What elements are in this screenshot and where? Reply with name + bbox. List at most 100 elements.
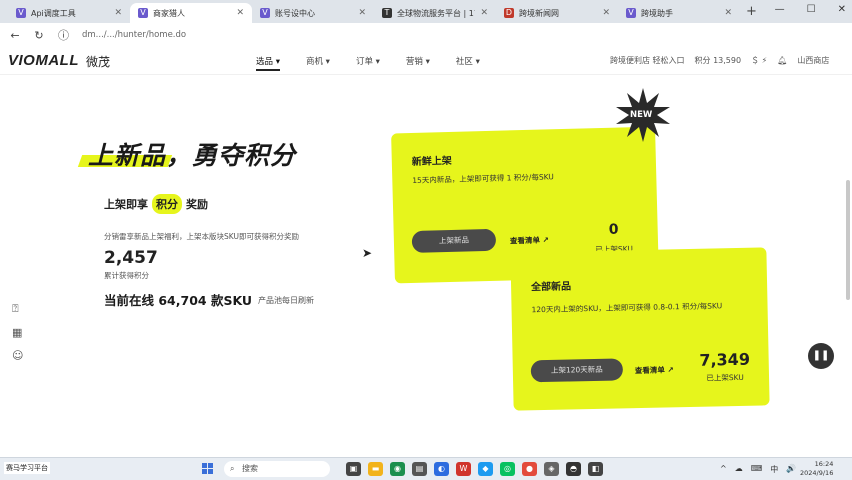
- hero-description: 分销雷享新品上架福利，上架本版块SKU即可获得积分奖励: [104, 232, 299, 241]
- main-nav: 选品 ▾ 商机 ▾ 订单 ▾ 营销 ▾ 社区 ▾: [256, 55, 480, 71]
- online-sku-count: 当前在线 64,704 款SKU: [104, 293, 253, 308]
- tab-title: 跨境新闻网: [519, 8, 559, 18]
- back-arrow-icon[interactable]: ←: [10, 29, 20, 42]
- mouse-cursor-icon: ➤: [362, 246, 373, 260]
- page-headline: 上新品，勇夺积分: [88, 141, 297, 170]
- close-icon[interactable]: ✕: [480, 8, 488, 18]
- taskbar-left-label[interactable]: 赛马学习平台: [4, 462, 50, 474]
- nav-item-community[interactable]: 社区 ▾: [456, 55, 480, 71]
- tab-title: 账号设中心: [275, 8, 315, 18]
- online-sku-note: 产品池每日刷新: [258, 296, 314, 305]
- shortcut-link[interactable]: 跨境便利店 轻松入口: [610, 55, 685, 66]
- volume-icon[interactable]: 🔊: [786, 464, 796, 475]
- points-icon: ＄ ⚡: [751, 56, 768, 65]
- new-tab-button[interactable]: +: [746, 4, 757, 19]
- list-new-button[interactable]: 上架新品: [411, 228, 497, 253]
- listed-sku-count: 7,349: [699, 349, 751, 370]
- nav-item-selection[interactable]: 选品 ▾: [256, 55, 280, 71]
- bell-icon[interactable]: 🔔︎: [777, 56, 787, 65]
- chrome-icon[interactable]: ◉: [390, 462, 405, 476]
- taskbar-clock[interactable]: 16:24 2024/9/16: [800, 460, 833, 478]
- card-description: 15天内新品，上架即可获得 1 积分/每SKU: [412, 172, 554, 185]
- left-floating-tools: ⍰ ▦ ☺: [12, 302, 23, 362]
- tab-favicon-icon: T: [382, 8, 392, 18]
- file-explorer-icon[interactable]: ▬: [368, 462, 383, 476]
- os-taskbar: 赛马学习平台 ⌕ 搜索 ▣ ▬ ◉ ▤ ◐ W ◆ ◎ ● ◈ ◓ ◧ ^ ☁ …: [0, 457, 852, 480]
- nav-item-marketing[interactable]: 营销 ▾: [406, 55, 430, 71]
- taskbar-apps: ▣ ▬ ◉ ▤ ◐ W ◆ ◎ ● ◈ ◓ ◧: [346, 462, 603, 476]
- chat-float-button[interactable]: ❚❚: [808, 343, 834, 369]
- browser-tab-active[interactable]: V 商家猎人 ✕: [130, 3, 252, 23]
- window-controls: — ☐ ✕: [775, 4, 846, 15]
- browser-tab[interactable]: V Api调度工具 ✕: [8, 3, 130, 23]
- customer-service-icon[interactable]: ☺: [12, 349, 23, 362]
- app-icon[interactable]: ◧: [588, 462, 603, 476]
- page-scrollbar[interactable]: [846, 180, 850, 300]
- sub-suffix: 奖励: [186, 198, 208, 211]
- listed-sku-label: 已上架SKU: [706, 372, 744, 383]
- cloud-icon[interactable]: ☁: [735, 464, 743, 475]
- qr-code-icon[interactable]: ▦: [12, 326, 23, 339]
- app-icon[interactable]: ▤: [412, 462, 427, 476]
- clock-time: 16:24: [814, 460, 834, 468]
- clock-date: 2024/9/16: [800, 469, 834, 477]
- maximize-button[interactable]: ☐: [807, 4, 816, 15]
- info-icon[interactable]: ⓘ: [58, 27, 69, 43]
- tab-title: 全球物流服务平台 | 17TR: [397, 8, 475, 18]
- view-list-link[interactable]: 查看清单 ↗: [635, 364, 674, 376]
- points-display[interactable]: 积分 13,590: [695, 55, 742, 66]
- system-tray: ^ ☁ ⌨ 中 🔊: [720, 464, 796, 475]
- wechat-icon[interactable]: ◎: [500, 462, 515, 476]
- close-icon[interactable]: ✕: [114, 8, 122, 18]
- card-title: 新鲜上架: [411, 155, 452, 168]
- brand-logo[interactable]: VIOMALL: [8, 52, 79, 69]
- browser-icon[interactable]: ◐: [434, 462, 449, 476]
- brand-logo-cn[interactable]: 微茂: [86, 53, 110, 70]
- subheadline: 上架即享 积分 奖励: [104, 194, 208, 214]
- app-icon[interactable]: ●: [522, 462, 537, 476]
- view-list-link[interactable]: 查看清单 ↗: [510, 234, 549, 246]
- tray-expand-icon[interactable]: ^: [720, 464, 727, 475]
- browser-tab[interactable]: V 账号设中心 ✕: [252, 3, 374, 23]
- app-icon[interactable]: ◆: [478, 462, 493, 476]
- search-icon: ⌕: [230, 464, 235, 473]
- tab-favicon-icon: V: [138, 8, 148, 18]
- wps-icon[interactable]: W: [456, 462, 471, 476]
- nav-item-business[interactable]: 商机 ▾: [306, 55, 330, 71]
- listed-sku-count: 0: [608, 221, 619, 238]
- minimize-button[interactable]: —: [775, 4, 785, 15]
- new-badge-label: NEW: [630, 110, 653, 120]
- card-title: 全部新品: [530, 281, 572, 294]
- app-icon[interactable]: ◈: [544, 462, 559, 476]
- close-icon[interactable]: ✕: [358, 8, 366, 18]
- app-icon[interactable]: ◓: [566, 462, 581, 476]
- search-label: 搜索: [242, 464, 258, 473]
- feedback-icon[interactable]: ⍰: [12, 302, 23, 316]
- windows-start-icon[interactable]: [202, 463, 213, 474]
- address-bar: ← ↻ ⓘ dm.../.../hunter/home.do: [0, 23, 852, 47]
- tab-favicon-icon: V: [16, 8, 26, 18]
- list-120day-button[interactable]: 上架120天新品: [530, 358, 624, 383]
- sub-prefix: 上架即享: [104, 198, 148, 211]
- task-view-icon[interactable]: ▣: [346, 462, 361, 476]
- taskbar-search[interactable]: ⌕ 搜索: [224, 461, 330, 477]
- browser-tab-strip: V Api调度工具 ✕ V 商家猎人 ✕ V 账号设中心 ✕ T 全球物流服务平…: [0, 0, 852, 23]
- reload-icon[interactable]: ↻: [34, 29, 44, 42]
- card-description: 120天内上架的SKU，上架即可获得 0.8-0.1 积分/每SKU: [531, 301, 723, 315]
- close-icon[interactable]: ✕: [602, 8, 610, 18]
- url-field[interactable]: dm.../.../hunter/home.do: [82, 30, 186, 40]
- browser-tab[interactable]: D 跨境新闻网 ✕: [496, 3, 618, 23]
- tab-title: 跨境助手: [641, 8, 673, 18]
- nav-item-orders[interactable]: 订单 ▾: [356, 55, 380, 71]
- points-pill: 积分: [152, 194, 182, 214]
- user-name[interactable]: 山西商店: [797, 55, 829, 66]
- tab-title: Api调度工具: [31, 8, 76, 18]
- browser-tab[interactable]: V 跨境助手 ✕: [618, 3, 740, 23]
- browser-tab[interactable]: T 全球物流服务平台 | 17TR ✕: [374, 3, 496, 23]
- ime-indicator[interactable]: 中: [770, 464, 778, 475]
- close-icon[interactable]: ✕: [724, 8, 732, 18]
- close-icon[interactable]: ✕: [236, 8, 244, 18]
- site-header: VIOMALL 微茂 选品 ▾ 商机 ▾ 订单 ▾ 营销 ▾ 社区 ▾ 跨境便利…: [0, 47, 852, 75]
- keyboard-icon[interactable]: ⌨: [751, 464, 763, 475]
- close-window-button[interactable]: ✕: [838, 4, 846, 15]
